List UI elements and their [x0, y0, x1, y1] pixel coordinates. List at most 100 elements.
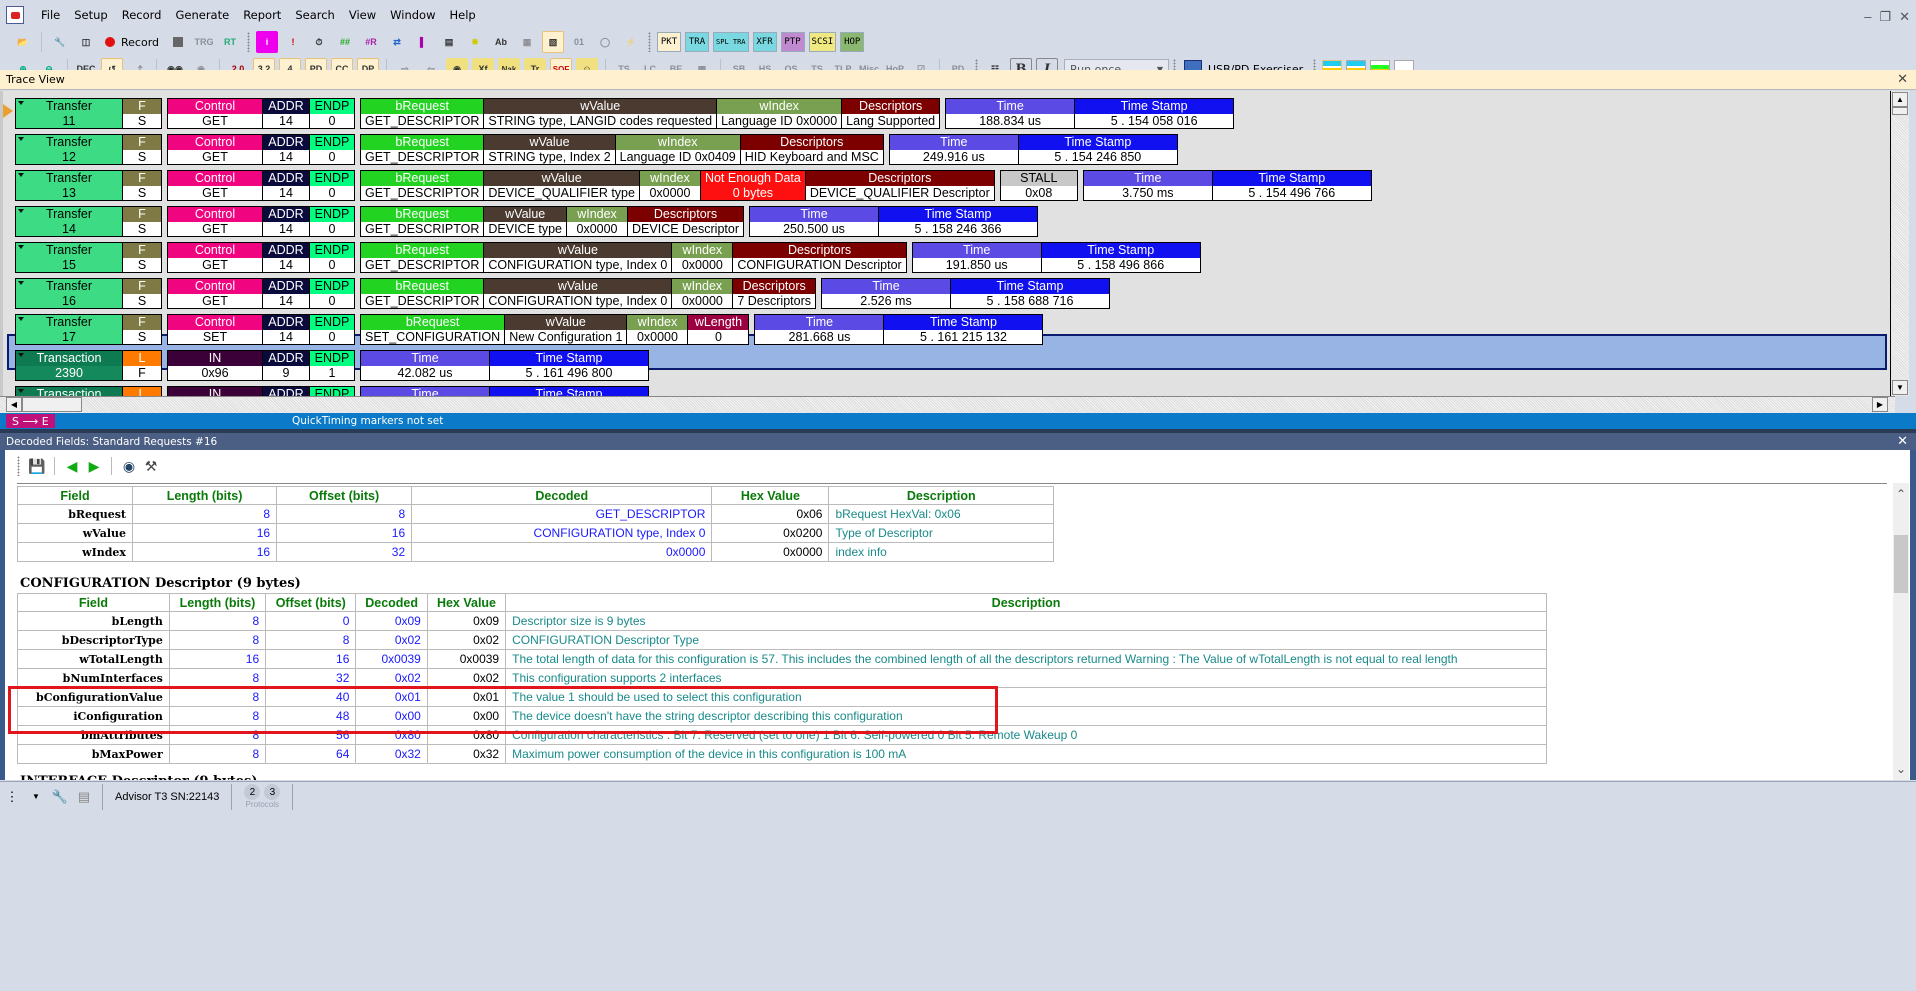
binary-icon[interactable]: 01: [568, 31, 590, 53]
bus-utilization-icon[interactable]: #R: [360, 31, 382, 53]
setup-wrench-icon[interactable]: 🔧: [49, 31, 71, 53]
timestamp-cell[interactable]: Time Stamp 5 . 154 496 766: [1212, 171, 1371, 200]
stop-icon[interactable]: [173, 37, 184, 47]
transaction-cell[interactable]: Transaction: [16, 387, 122, 396]
trace-row[interactable]: Transfer 14 F S Control GET ADDR 14 ENDP 0 bReques…: [15, 206, 1038, 237]
protocols-indicator[interactable]: 2 3 Protocols: [238, 784, 286, 809]
addr-cell[interactable]: ADDR: [263, 387, 309, 396]
token-cell[interactable]: IN: [168, 387, 262, 396]
flag-cell[interactable]: FS: [123, 279, 161, 308]
scroll-thumb-horizontal[interactable]: [22, 397, 82, 412]
field-row[interactable]: iConfiguration 8 48 0x00 0x00 The device does…: [17, 706, 1547, 726]
transfer-cell[interactable]: Transfer 15: [16, 243, 122, 272]
chevron-down-icon[interactable]: ▼: [28, 788, 44, 806]
time-cell[interactable]: Time 42.082 us: [361, 351, 489, 380]
flag-cell[interactable]: FS: [123, 207, 161, 236]
token-cell[interactable]: IN 0x96: [168, 351, 262, 380]
menu-generate[interactable]: Generate: [168, 8, 236, 22]
endp-cell[interactable]: ENDP 1: [310, 351, 354, 380]
chart-icon[interactable]: ▌: [412, 31, 434, 53]
close-trace-view-button[interactable]: ✕: [1897, 72, 1908, 87]
addr-cell[interactable]: ADDR 14: [263, 171, 309, 200]
previous-icon[interactable]: ◀: [63, 457, 81, 475]
endp-cell[interactable]: ENDP 0: [310, 243, 354, 272]
transaction-cell[interactable]: Transaction 2390: [16, 351, 122, 380]
time-cell[interactable]: Time: [361, 387, 489, 396]
protocol-xfr-button[interactable]: XFR: [752, 32, 777, 52]
save-icon[interactable]: 💾: [28, 457, 46, 475]
timestamp-cell[interactable]: Time Stamp 5 . 154 246 850: [1018, 135, 1177, 164]
protocol-hop-button[interactable]: HOP: [840, 32, 865, 52]
transfer-cell[interactable]: Transfer 11: [16, 99, 122, 128]
highlight-icon[interactable]: ✸: [464, 31, 486, 53]
wval-field-cell[interactable]: wValue DEVICE type: [484, 207, 567, 236]
scroll-down-icon[interactable]: ▼: [1892, 380, 1908, 395]
trigger-icon[interactable]: TRG: [193, 31, 215, 53]
wval-field-cell[interactable]: wValue STRING type, LANGID codes requeste…: [484, 99, 717, 128]
field-row[interactable]: bMaxPower 8 64 0x32 0x32 Maximum power consum…: [17, 744, 1547, 764]
addr-cell[interactable]: ADDR 14: [263, 99, 309, 128]
field-row[interactable]: bDescriptorType 8 8 0x02 0x02 CONFIGURATION D…: [17, 630, 1547, 650]
minimize-button[interactable]: –: [1864, 9, 1871, 25]
control-cell[interactable]: Control GET: [168, 135, 262, 164]
recording-options-icon[interactable]: ◫: [75, 31, 97, 53]
field-row[interactable]: bConfigurationValue 8 40 0x01 0x01 The value …: [17, 687, 1547, 707]
field-row[interactable]: bNumInterfaces 8 32 0x02 0x02 This configurat…: [17, 668, 1547, 688]
time-cell[interactable]: Time 3.750 ms: [1083, 171, 1212, 200]
trace-row[interactable]: Transaction L IN ADDR ENDP Time Time Stamp: [15, 386, 649, 396]
time-cell[interactable]: Time 191.850 us: [912, 243, 1041, 272]
trace-row[interactable]: Transfer 12 F S Control GET ADDR 14 ENDP 0 bReques…: [15, 134, 1178, 165]
control-cell[interactable]: Control GET: [168, 279, 262, 308]
time-cell[interactable]: Time 281.668 us: [755, 315, 884, 344]
windex-field-cell[interactable]: wIndex 0x0000: [567, 207, 628, 236]
windex-field-cell[interactable]: wIndex Language ID 0x0000: [717, 99, 842, 128]
more-options-icon[interactable]: ⋮: [4, 788, 20, 806]
trace-row[interactable]: Transfer 11 F S Control GET ADDR 14 ENDP 0 bReques…: [15, 98, 1235, 129]
trace-row[interactable]: Transfer 17 F S Control SET ADDR 14 ENDP 0 bReques…: [15, 314, 1044, 345]
menu-window[interactable]: Window: [383, 8, 442, 22]
addr-cell[interactable]: ADDR 9: [263, 351, 309, 380]
addr-cell[interactable]: ADDR 14: [263, 315, 309, 344]
timestamp-cell[interactable]: Time Stamp: [490, 387, 648, 396]
wval-field-cell[interactable]: wValue CONFIGURATION type, Index 0: [484, 243, 672, 272]
windex-field-cell[interactable]: wIndex Language ID 0x0409: [615, 135, 740, 164]
field-row[interactable]: wValue 16 16 CONFIGURATION type, Index 0 0x0…: [17, 523, 1054, 543]
endp-cell[interactable]: ENDP 0: [310, 135, 354, 164]
control-cell[interactable]: Control GET: [168, 207, 262, 236]
transfer-cell[interactable]: Transfer 12: [16, 135, 122, 164]
trace-row[interactable]: Transaction 2390 L F IN 0x96 ADDR 9 ENDP 1 Time 42.…: [15, 350, 649, 381]
breq-field-cell[interactable]: bRequest GET_DESCRIPTOR: [361, 171, 484, 200]
windex-field-cell[interactable]: wIndex 0x0000: [672, 243, 733, 272]
decoded-vertical-scrollbar[interactable]: ⌃ ⌄: [1893, 483, 1909, 780]
scroll-up-icon[interactable]: ▲: [1892, 92, 1908, 107]
desc-field-cell[interactable]: Descriptors Lang Supported: [842, 99, 940, 128]
restore-button[interactable]: ❐: [1879, 9, 1891, 25]
transfer-cell[interactable]: Transfer 13: [16, 171, 122, 200]
menu-file[interactable]: File: [34, 8, 67, 22]
protocol-tra-button[interactable]: TRA: [685, 32, 710, 52]
breq-field-cell[interactable]: bRequest SET_CONFIGURATION: [361, 315, 505, 344]
endp-cell[interactable]: ENDP 0: [310, 207, 354, 236]
text-search-icon[interactable]: Ab: [490, 31, 512, 53]
breq-field-cell[interactable]: bRequest GET_DESCRIPTOR: [361, 207, 484, 236]
error-icon[interactable]: !: [282, 31, 304, 53]
report-icon[interactable]: ▤: [438, 31, 460, 53]
grid-icon[interactable]: ▦: [516, 31, 538, 53]
time-cell[interactable]: Time 2.526 ms: [822, 279, 950, 308]
timestamp-cell[interactable]: Time Stamp 5 . 158 496 866: [1041, 243, 1200, 272]
menu-report[interactable]: Report: [236, 8, 288, 22]
control-cell[interactable]: Control GET: [168, 99, 262, 128]
traffic-summary-icon[interactable]: ##: [334, 31, 356, 53]
scroll-right-icon[interactable]: ▶: [1872, 397, 1888, 412]
time-cell[interactable]: Time 249.916 us: [889, 135, 1018, 164]
windex-field-cell[interactable]: wIndex 0x0000: [639, 171, 700, 200]
field-row[interactable]: wIndex 16 32 0x0000 0x0000 index info: [17, 542, 1054, 562]
info-icon[interactable]: i: [256, 31, 279, 53]
transfer-cell[interactable]: Transfer 14: [16, 207, 122, 236]
protocol-pkt-button[interactable]: PKT: [657, 32, 682, 52]
flag-cell[interactable]: FS: [123, 315, 161, 344]
breq-field-cell[interactable]: bRequest GET_DESCRIPTOR: [361, 279, 484, 308]
addr-cell[interactable]: ADDR 14: [263, 207, 309, 236]
protocol-spltra-button[interactable]: SPL TRA: [713, 32, 749, 52]
find-binoculars-icon[interactable]: ◉: [120, 457, 138, 475]
